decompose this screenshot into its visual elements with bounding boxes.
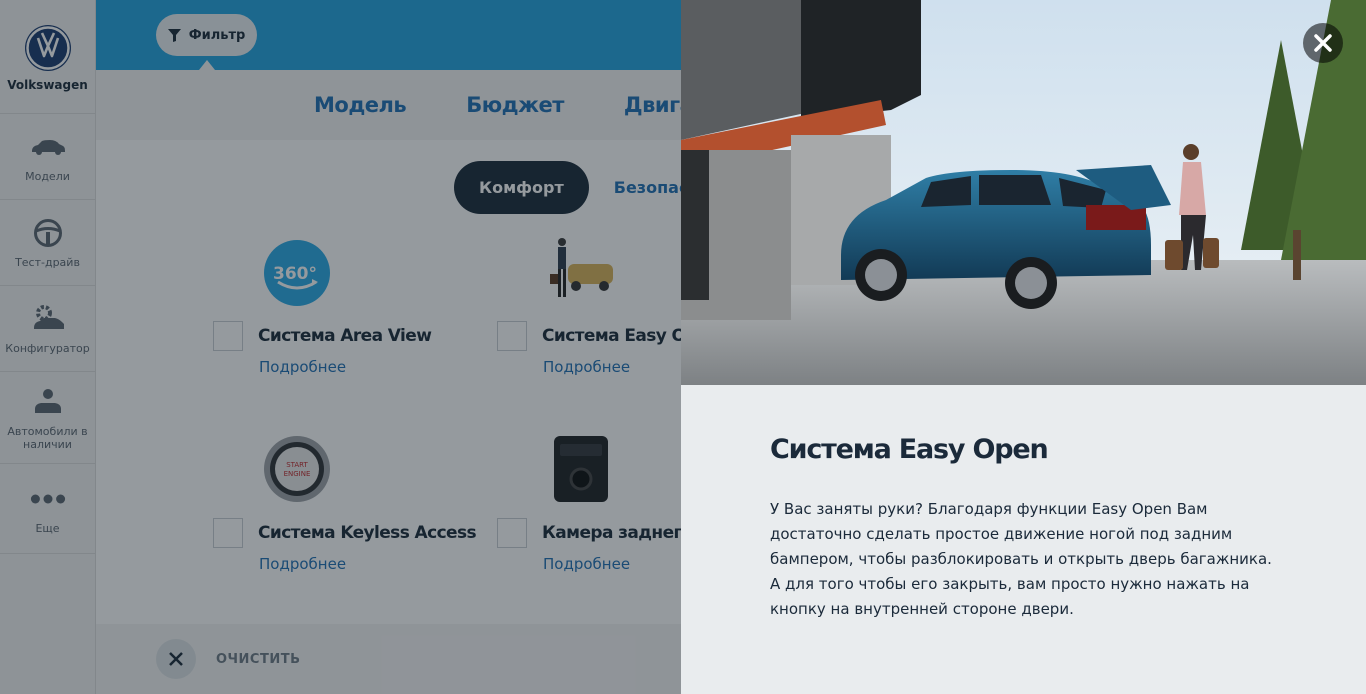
panel-description: У Вас заняты руки? Благодаря функции Eas… <box>770 500 1272 618</box>
feature-detail-panel: Система Easy Open У Вас заняты руки? Бла… <box>681 0 1366 694</box>
hero-image <box>681 0 1366 385</box>
modal-backdrop[interactable] <box>0 0 681 694</box>
close-button[interactable] <box>1303 23 1343 63</box>
close-icon <box>1314 34 1332 52</box>
panel-title: Система Easy Open <box>770 434 1049 465</box>
